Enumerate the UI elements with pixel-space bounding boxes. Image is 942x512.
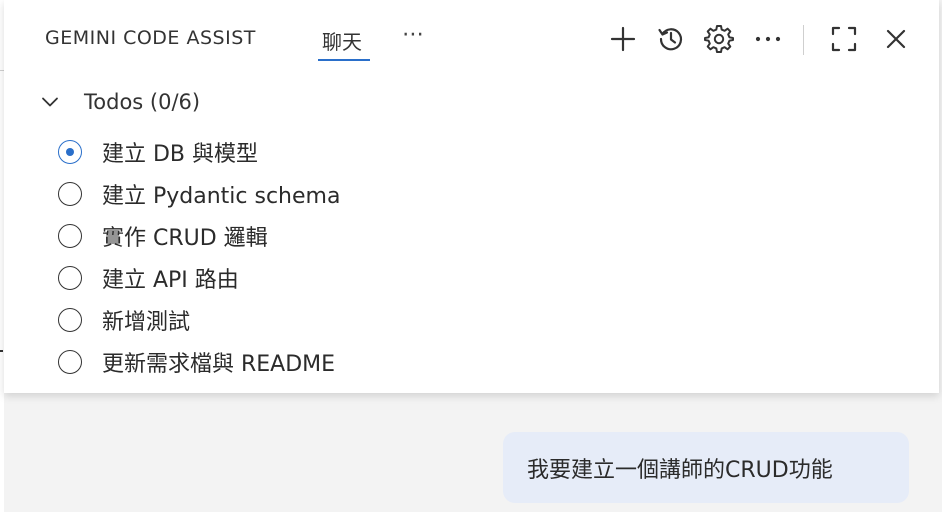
close-button[interactable] xyxy=(880,23,912,55)
toolbar-separator xyxy=(803,25,804,55)
todo-label: 新增測試 xyxy=(102,310,191,335)
todos-toggle[interactable]: Todos (0/6) xyxy=(40,90,200,114)
todo-item: 新增測試 xyxy=(58,299,340,341)
todo-label: 建立 API 路由 xyxy=(102,268,239,293)
in-progress-radio-icon xyxy=(58,140,82,164)
panel-header: GEMINI CODE ASSIST 聊天 ⋯ xyxy=(4,0,939,80)
pending-radio-icon xyxy=(58,308,82,332)
history-icon xyxy=(658,28,683,51)
plus-icon xyxy=(610,26,636,52)
tabs-overflow-button[interactable]: ⋯ xyxy=(402,22,425,47)
tab-chat[interactable]: 聊天 xyxy=(322,26,362,55)
todo-item: 更新需求檔與 README xyxy=(58,341,340,383)
new-chat-button[interactable] xyxy=(607,23,639,55)
close-icon xyxy=(886,29,906,49)
gear-icon xyxy=(704,25,734,53)
maximize-icon xyxy=(831,26,857,52)
editor-cursor-mark xyxy=(0,350,3,352)
todo-label: 實作 CRUD 邏輯 xyxy=(102,226,268,251)
pending-radio-icon xyxy=(58,266,82,290)
panel-title: GEMINI CODE ASSIST xyxy=(45,27,256,49)
user-message-bubble: 我要建立一個講師的CRUD功能 xyxy=(503,432,909,503)
todo-item: 建立 Pydantic schema xyxy=(58,173,340,215)
todo-list: 建立 DB 與模型 建立 Pydantic schema 實作 CRUD 邏輯 … xyxy=(58,131,340,383)
more-icon xyxy=(755,36,781,42)
pending-radio-icon xyxy=(58,224,82,248)
todo-label: 建立 DB 與模型 xyxy=(102,142,259,167)
pending-radio-icon xyxy=(58,350,82,374)
settings-button[interactable] xyxy=(703,23,735,55)
todo-label: 更新需求檔與 README xyxy=(102,352,336,377)
todo-item: 建立 API 路由 xyxy=(58,257,340,299)
todo-item: 實作 CRUD 邏輯 xyxy=(58,215,340,257)
user-message-text: 我要建立一個講師的CRUD功能 xyxy=(527,457,833,483)
todos-header: Todos (0/6) xyxy=(84,90,201,114)
todo-item: 建立 DB 與模型 xyxy=(58,131,340,173)
chevron-down-icon xyxy=(42,97,58,107)
gemini-panel: GEMINI CODE ASSIST 聊天 ⋯ Todos (0/6) 建立 D… xyxy=(4,0,939,393)
history-button[interactable] xyxy=(655,23,687,55)
todo-label: 建立 Pydantic schema xyxy=(102,184,341,209)
more-actions-button[interactable] xyxy=(752,23,784,55)
active-tab-indicator xyxy=(318,59,370,61)
pending-radio-icon xyxy=(58,182,82,206)
maximize-button[interactable] xyxy=(828,23,860,55)
